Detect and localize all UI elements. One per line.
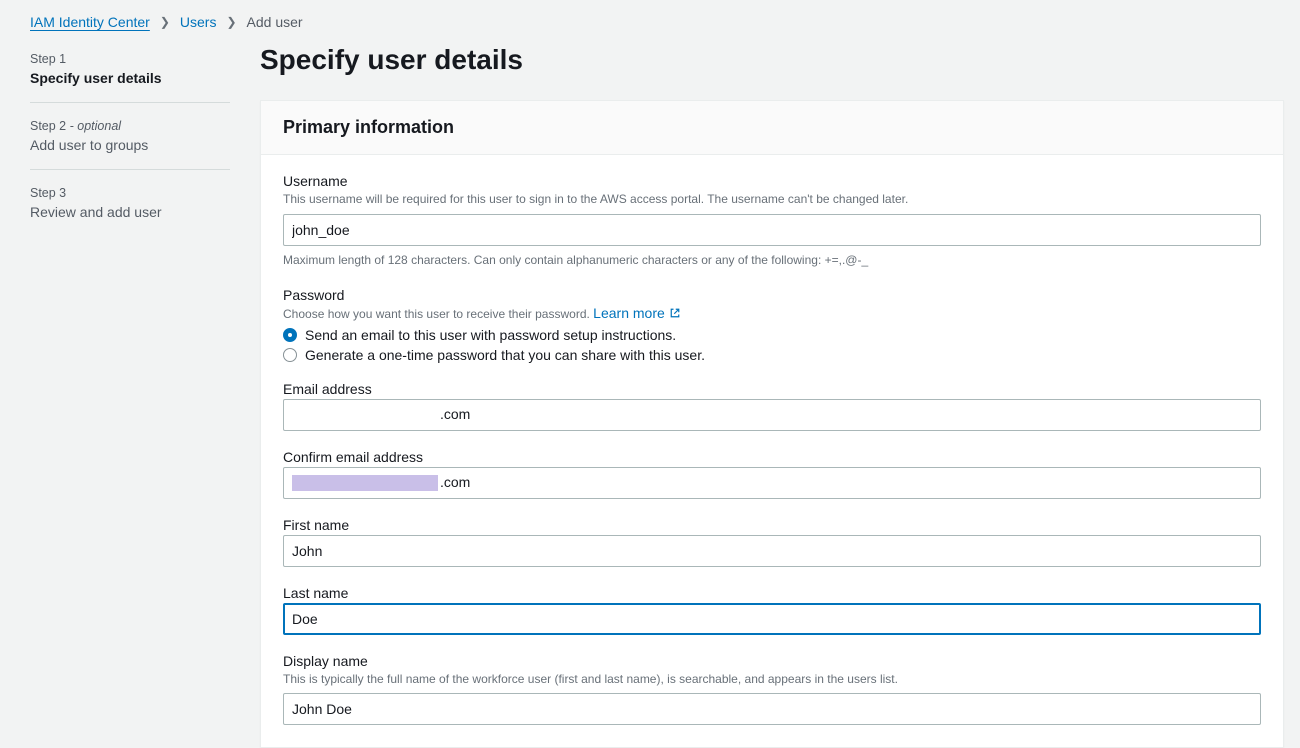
last-name-label: Last name xyxy=(283,585,1261,601)
step-num-text: Step 1 xyxy=(30,52,66,66)
breadcrumb-iam-identity-center[interactable]: IAM Identity Center xyxy=(30,14,150,30)
step-number: Step 3 xyxy=(30,186,230,200)
email-label: Email address xyxy=(283,381,1261,397)
radio-unselected-icon xyxy=(283,348,297,362)
password-radio-group: Send an email to this user with password… xyxy=(283,327,1261,363)
field-first-name: First name xyxy=(283,517,1261,567)
main-content: Specify user details Primary information… xyxy=(260,38,1300,748)
confirm-email-label: Confirm email address xyxy=(283,449,1261,465)
external-link-icon xyxy=(669,307,681,319)
field-email: Email address .com xyxy=(283,381,1261,431)
field-last-name: Last name xyxy=(283,585,1261,635)
email-input[interactable] xyxy=(283,399,1261,431)
step-1[interactable]: Step 1 Specify user details xyxy=(30,52,230,103)
confirm-email-input[interactable] xyxy=(283,467,1261,499)
chevron-right-icon: ❯ xyxy=(226,15,236,29)
first-name-label: First name xyxy=(283,517,1261,533)
panel-header-title: Primary information xyxy=(283,117,1261,138)
username-input[interactable] xyxy=(283,214,1261,246)
step-title: Specify user details xyxy=(30,70,230,86)
field-username: Username This username will be required … xyxy=(283,173,1261,269)
last-name-input[interactable] xyxy=(283,603,1261,635)
learn-more-text: Learn more xyxy=(593,305,665,321)
radio-selected-icon xyxy=(283,328,297,342)
step-optional-text: - optional xyxy=(70,119,121,133)
step-number: Step 2 - optional xyxy=(30,119,230,133)
body-wrap: Step 1 Specify user details Step 2 - opt… xyxy=(0,38,1300,748)
password-hint: Choose how you want this user to receive… xyxy=(283,307,590,321)
wizard-steps: Step 1 Specify user details Step 2 - opt… xyxy=(30,38,260,252)
confirm-email-input-wrap: .com xyxy=(283,467,1261,499)
radio-label: Send an email to this user with password… xyxy=(305,327,676,343)
step-num-text: Step 2 xyxy=(30,119,66,133)
password-hint-row: Choose how you want this user to receive… xyxy=(283,305,1261,321)
radio-label: Generate a one-time password that you ca… xyxy=(305,347,705,363)
step-title: Add user to groups xyxy=(30,137,230,153)
display-name-hint: This is typically the full name of the w… xyxy=(283,671,1261,688)
last-name-input-wrap xyxy=(283,603,1261,635)
field-display-name: Display name This is typically the full … xyxy=(283,653,1261,726)
field-password: Password Choose how you want this user t… xyxy=(283,287,1261,363)
step-title: Review and add user xyxy=(30,204,230,220)
password-option-onetime[interactable]: Generate a one-time password that you ca… xyxy=(283,347,1261,363)
breadcrumb-current: Add user xyxy=(247,14,303,30)
learn-more-link[interactable]: Learn more xyxy=(593,305,681,321)
breadcrumb: IAM Identity Center ❯ Users ❯ Add user xyxy=(0,0,1300,38)
password-label: Password xyxy=(283,287,1261,303)
panel-header: Primary information xyxy=(261,101,1283,155)
step-num-text: Step 3 xyxy=(30,186,66,200)
first-name-input[interactable] xyxy=(283,535,1261,567)
display-name-label: Display name xyxy=(283,653,1261,669)
primary-information-panel: Primary information Username This userna… xyxy=(260,100,1284,748)
step-number: Step 1 xyxy=(30,52,230,66)
page-root: IAM Identity Center ❯ Users ❯ Add user S… xyxy=(0,0,1300,748)
username-hint: This username will be required for this … xyxy=(283,191,1261,208)
username-label: Username xyxy=(283,173,1261,189)
password-option-email[interactable]: Send an email to this user with password… xyxy=(283,327,1261,343)
panel-body: Username This username will be required … xyxy=(261,155,1283,747)
step-3[interactable]: Step 3 Review and add user xyxy=(30,186,230,236)
email-input-wrap: .com xyxy=(283,399,1261,431)
chevron-right-icon: ❯ xyxy=(160,15,170,29)
field-confirm-email: Confirm email address .com xyxy=(283,449,1261,499)
page-title: Specify user details xyxy=(260,44,1284,76)
username-constraint: Maximum length of 128 characters. Can on… xyxy=(283,252,1261,269)
display-name-input[interactable] xyxy=(283,693,1261,725)
breadcrumb-users[interactable]: Users xyxy=(180,14,217,30)
step-2[interactable]: Step 2 - optional Add user to groups xyxy=(30,119,230,170)
